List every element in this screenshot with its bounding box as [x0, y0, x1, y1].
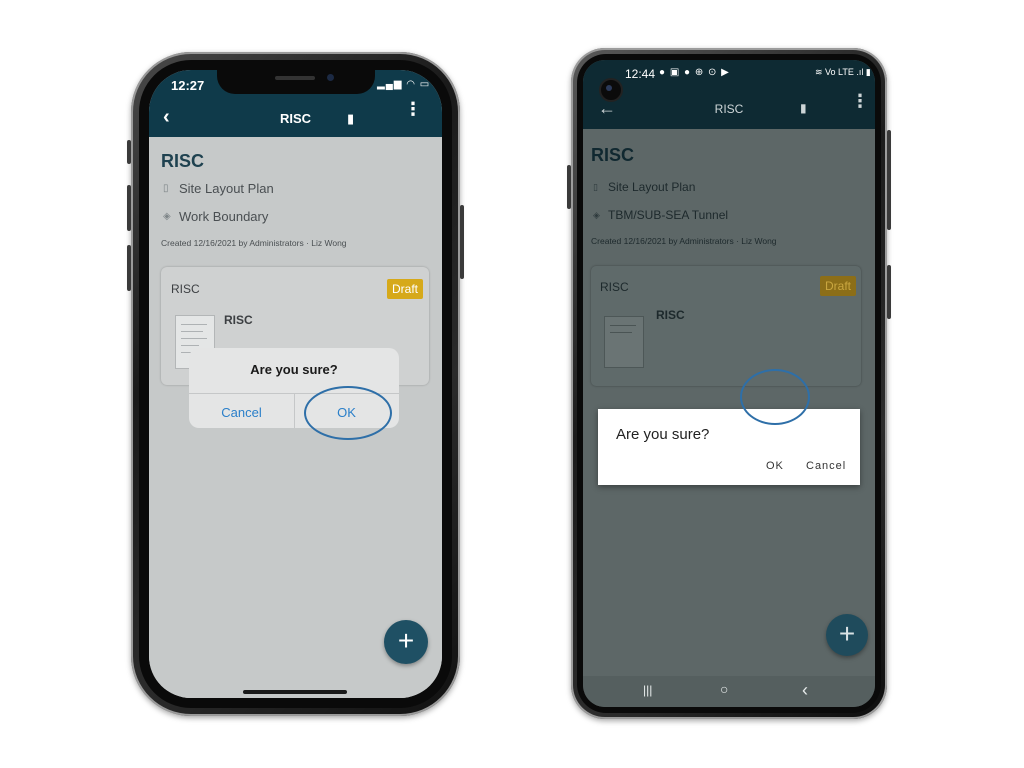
- map-icon[interactable]: ▮: [347, 111, 354, 127]
- system-back-icon[interactable]: ‹: [802, 680, 808, 701]
- cancel-button[interactable]: Cancel: [806, 460, 846, 472]
- ios-content: RISC ▯ Site Layout Plan ◈ Work Boundary …: [149, 137, 442, 698]
- camera-lens-icon: [606, 85, 612, 91]
- card-title: RISC: [171, 282, 200, 296]
- nav-title: RISC: [279, 111, 312, 126]
- ok-highlight-ring: [740, 369, 810, 425]
- map-icon[interactable]: ▮: [800, 101, 807, 115]
- card-title: RISC: [600, 280, 629, 294]
- layout-plan-label: Site Layout Plan: [608, 180, 696, 194]
- home-indicator[interactable]: [243, 690, 347, 694]
- location-pin-icon: ◈: [163, 211, 171, 222]
- notification-icons: ● ▣ ● ⊕ ⊙ ▶: [659, 67, 730, 78]
- alert-title: Are you sure?: [250, 362, 338, 377]
- created-info: Created 12/16/2021 by Administrators · L…: [161, 238, 347, 248]
- location-label: Work Boundary: [179, 209, 269, 224]
- page-title: RISC: [161, 151, 205, 171]
- ok-highlight-ring: [304, 386, 392, 440]
- iphone-power-button: [460, 205, 464, 279]
- recent-apps-icon[interactable]: |||: [643, 683, 652, 697]
- android-screen: 12:44 ● ▣ ● ⊕ ⊙ ▶ ≋ Vo LTE .ıl ▮ ← RISC …: [583, 60, 875, 707]
- ok-button[interactable]: OK: [766, 460, 784, 472]
- home-icon[interactable]: ○: [720, 681, 728, 697]
- cancel-button[interactable]: Cancel: [189, 405, 294, 420]
- location-pin-icon: ◈: [593, 210, 600, 220]
- status-time: 12:44: [625, 67, 656, 81]
- more-vertical-icon[interactable]: ⋮: [404, 100, 422, 118]
- add-fab-button[interactable]: +: [384, 620, 428, 664]
- status-badge: Draft: [820, 276, 857, 296]
- iphone-volume-up: [127, 185, 131, 231]
- nav-title: RISC: [714, 102, 744, 116]
- map-small-icon: ▯: [593, 182, 598, 192]
- confirm-dialog: Are you sure? OK Cancel: [598, 409, 860, 485]
- status-icons: ▂▄▆ ◠ ▭: [377, 79, 431, 90]
- add-fab-button[interactable]: +: [826, 614, 868, 656]
- status-time: 12:27: [171, 78, 205, 93]
- location-label: TBM/SUB-SEA Tunnel: [608, 208, 729, 222]
- signal-battery-icons: ≋ Vo LTE .ıl ▮: [815, 67, 871, 77]
- status-badge: Draft: [387, 279, 424, 299]
- created-info: Created 12/16/2021 by Administrators · L…: [591, 236, 777, 246]
- android-volume-button: [887, 130, 891, 230]
- more-vertical-icon[interactable]: ⋮: [851, 92, 869, 110]
- iphone-screen: 12:27 ▂▄▆ ◠ ▭ ‹ RISC ▮ ⋮ RISC ▯ Site Lay…: [149, 70, 442, 698]
- android-power-button: [887, 265, 891, 319]
- layout-plan-label: Site Layout Plan: [179, 181, 274, 196]
- front-camera-icon: [327, 74, 334, 81]
- document-title: RISC: [224, 313, 253, 327]
- system-nav-bar: ||| ○ ‹: [583, 676, 875, 707]
- dialog-title: Are you sure?: [616, 426, 710, 443]
- android-content: RISC ▯ Site Layout Plan ◈ TBM/SUB-SEA Tu…: [583, 129, 875, 676]
- document-title: RISC: [656, 308, 685, 322]
- iphone-notch: [217, 70, 375, 94]
- notch-speaker: [275, 76, 315, 80]
- map-small-icon: ▯: [163, 183, 169, 194]
- page-title: RISC: [591, 145, 635, 165]
- form-card[interactable]: RISC Draft RISC: [591, 266, 861, 386]
- iphone-mute-switch: [127, 140, 131, 164]
- iphone-volume-down: [127, 245, 131, 291]
- android-bixby-button: [567, 165, 571, 209]
- document-thumbnail-icon: [604, 316, 644, 368]
